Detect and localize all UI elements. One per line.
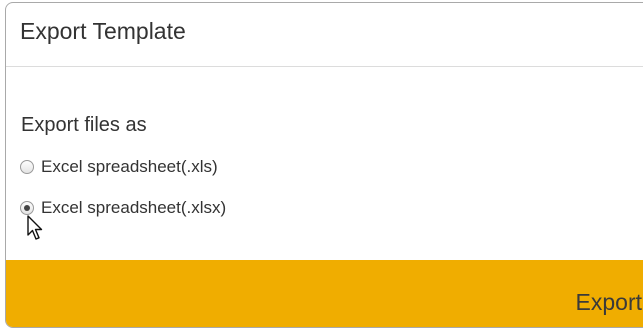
dialog-footer: Export: [6, 260, 643, 327]
xlsx-option[interactable]: Excel spreadsheet(.xlsx): [20, 199, 226, 216]
xls-option-label[interactable]: Excel spreadsheet(.xls): [41, 158, 218, 175]
dialog-title: Export Template: [20, 18, 186, 44]
xlsx-radio[interactable]: [20, 200, 34, 215]
dialog-body: Export files as Excel spreadsheet(.xls) …: [6, 67, 643, 262]
export-button[interactable]: Export: [576, 291, 642, 314]
xls-radio[interactable]: [20, 159, 34, 174]
export-template-dialog: Export Template Export files as Excel sp…: [5, 2, 643, 328]
dialog-header: Export Template: [6, 3, 643, 67]
export-format-label: Export files as: [21, 114, 147, 136]
xls-option[interactable]: Excel spreadsheet(.xls): [20, 158, 218, 175]
xlsx-option-label[interactable]: Excel spreadsheet(.xlsx): [41, 199, 226, 216]
